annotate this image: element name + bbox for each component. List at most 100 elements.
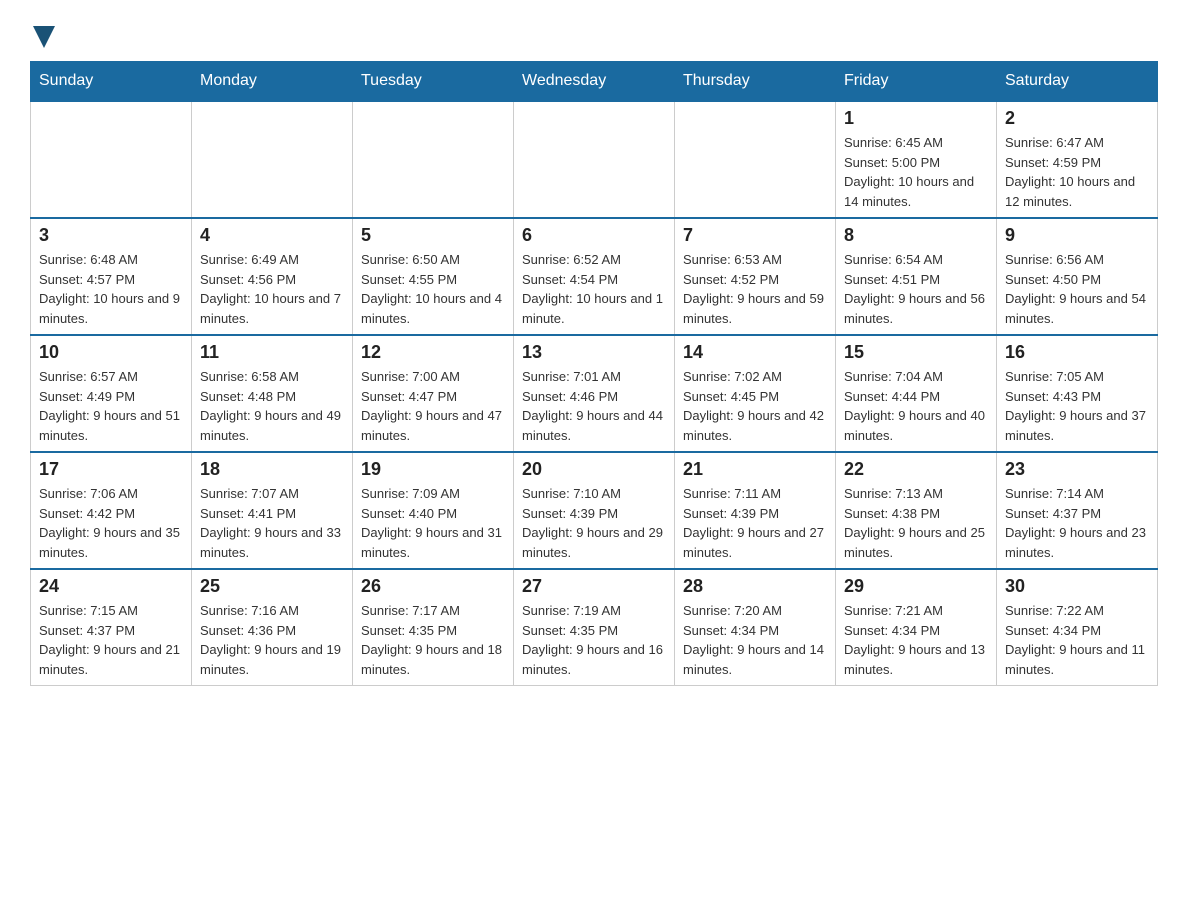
- weekday-header-saturday: Saturday: [997, 62, 1158, 102]
- day-info: Sunrise: 7:11 AMSunset: 4:39 PMDaylight:…: [683, 484, 827, 562]
- day-number: 27: [522, 576, 666, 597]
- calendar-cell: 11 Sunrise: 6:58 AMSunset: 4:48 PMDayligh…: [192, 335, 353, 452]
- calendar-cell: 13 Sunrise: 7:01 AMSunset: 4:46 PMDayligh…: [514, 335, 675, 452]
- calendar-cell: 9 Sunrise: 6:56 AMSunset: 4:50 PMDaylight…: [997, 218, 1158, 335]
- day-number: 26: [361, 576, 505, 597]
- calendar-cell: 8 Sunrise: 6:54 AMSunset: 4:51 PMDaylight…: [836, 218, 997, 335]
- weekday-header-sunday: Sunday: [31, 62, 192, 102]
- day-info: Sunrise: 7:09 AMSunset: 4:40 PMDaylight:…: [361, 484, 505, 562]
- day-info: Sunrise: 6:48 AMSunset: 4:57 PMDaylight:…: [39, 250, 183, 328]
- calendar-cell: 14Sunrise: 7:02 AMSunset: 4:45 PMDayligh…: [675, 335, 836, 452]
- calendar-cell: [192, 101, 353, 218]
- day-number: 3: [39, 225, 183, 246]
- calendar-cell: 10 Sunrise: 6:57 AMSunset: 4:49 PMDayligh…: [31, 335, 192, 452]
- calendar-cell: 18 Sunrise: 7:07 AMSunset: 4:41 PMDayligh…: [192, 452, 353, 569]
- calendar-cell: 23Sunrise: 7:14 AMSunset: 4:37 PMDayligh…: [997, 452, 1158, 569]
- day-info: Sunrise: 6:49 AMSunset: 4:56 PMDaylight:…: [200, 250, 344, 328]
- day-number: 28: [683, 576, 827, 597]
- day-number: 20: [522, 459, 666, 480]
- day-number: 29: [844, 576, 988, 597]
- day-number: 5: [361, 225, 505, 246]
- calendar-week-4: 17 Sunrise: 7:06 AMSunset: 4:42 PMDayligh…: [31, 452, 1158, 569]
- day-number: 22: [844, 459, 988, 480]
- day-info: Sunrise: 6:52 AMSunset: 4:54 PMDaylight:…: [522, 250, 666, 328]
- calendar-cell: 5 Sunrise: 6:50 AMSunset: 4:55 PMDaylight…: [353, 218, 514, 335]
- day-info: Sunrise: 7:16 AMSunset: 4:36 PMDaylight:…: [200, 601, 344, 679]
- day-number: 18: [200, 459, 344, 480]
- day-info: Sunrise: 7:01 AMSunset: 4:46 PMDaylight:…: [522, 367, 666, 445]
- day-info: Sunrise: 6:47 AMSunset: 4:59 PMDaylight:…: [1005, 133, 1149, 211]
- day-info: Sunrise: 7:17 AMSunset: 4:35 PMDaylight:…: [361, 601, 505, 679]
- day-number: 15: [844, 342, 988, 363]
- calendar-cell: 12 Sunrise: 7:00 AMSunset: 4:47 PMDayligh…: [353, 335, 514, 452]
- calendar-cell: 4 Sunrise: 6:49 AMSunset: 4:56 PMDaylight…: [192, 218, 353, 335]
- day-number: 25: [200, 576, 344, 597]
- day-info: Sunrise: 7:13 AMSunset: 4:38 PMDaylight:…: [844, 484, 988, 562]
- day-number: 6: [522, 225, 666, 246]
- day-info: Sunrise: 7:06 AMSunset: 4:42 PMDaylight:…: [39, 484, 183, 562]
- day-number: 8: [844, 225, 988, 246]
- day-number: 17: [39, 459, 183, 480]
- day-number: 16: [1005, 342, 1149, 363]
- day-number: 19: [361, 459, 505, 480]
- day-info: Sunrise: 7:15 AMSunset: 4:37 PMDaylight:…: [39, 601, 183, 679]
- day-info: Sunrise: 6:53 AMSunset: 4:52 PMDaylight:…: [683, 250, 827, 328]
- logo: [30, 20, 55, 51]
- day-info: Sunrise: 6:56 AMSunset: 4:50 PMDaylight:…: [1005, 250, 1149, 328]
- page-header: [30, 20, 1158, 51]
- calendar-cell: 20 Sunrise: 7:10 AMSunset: 4:39 PMDayligh…: [514, 452, 675, 569]
- day-info: Sunrise: 7:07 AMSunset: 4:41 PMDaylight:…: [200, 484, 344, 562]
- calendar-cell: 25 Sunrise: 7:16 AMSunset: 4:36 PMDayligh…: [192, 569, 353, 686]
- day-info: Sunrise: 6:54 AMSunset: 4:51 PMDaylight:…: [844, 250, 988, 328]
- day-info: Sunrise: 7:22 AMSunset: 4:34 PMDaylight:…: [1005, 601, 1149, 679]
- calendar-week-3: 10 Sunrise: 6:57 AMSunset: 4:49 PMDayligh…: [31, 335, 1158, 452]
- day-number: 1: [844, 108, 988, 129]
- calendar-week-5: 24 Sunrise: 7:15 AMSunset: 4:37 PMDayligh…: [31, 569, 1158, 686]
- day-number: 23: [1005, 459, 1149, 480]
- day-info: Sunrise: 7:00 AMSunset: 4:47 PMDaylight:…: [361, 367, 505, 445]
- day-number: 13: [522, 342, 666, 363]
- day-number: 21: [683, 459, 827, 480]
- day-number: 12: [361, 342, 505, 363]
- day-info: Sunrise: 7:19 AMSunset: 4:35 PMDaylight:…: [522, 601, 666, 679]
- day-number: 10: [39, 342, 183, 363]
- calendar-cell: 2 Sunrise: 6:47 AMSunset: 4:59 PMDaylight…: [997, 101, 1158, 218]
- day-info: Sunrise: 7:20 AMSunset: 4:34 PMDaylight:…: [683, 601, 827, 679]
- day-info: Sunrise: 7:10 AMSunset: 4:39 PMDaylight:…: [522, 484, 666, 562]
- calendar-cell: 19 Sunrise: 7:09 AMSunset: 4:40 PMDayligh…: [353, 452, 514, 569]
- calendar-cell: 22 Sunrise: 7:13 AMSunset: 4:38 PMDayligh…: [836, 452, 997, 569]
- calendar-cell: 3 Sunrise: 6:48 AMSunset: 4:57 PMDaylight…: [31, 218, 192, 335]
- day-info: Sunrise: 7:02 AMSunset: 4:45 PMDaylight:…: [683, 367, 827, 445]
- day-info: Sunrise: 6:58 AMSunset: 4:48 PMDaylight:…: [200, 367, 344, 445]
- day-number: 9: [1005, 225, 1149, 246]
- calendar-cell: [675, 101, 836, 218]
- weekday-header-wednesday: Wednesday: [514, 62, 675, 102]
- calendar-cell: [514, 101, 675, 218]
- day-number: 30: [1005, 576, 1149, 597]
- day-number: 11: [200, 342, 344, 363]
- day-number: 7: [683, 225, 827, 246]
- weekday-header-thursday: Thursday: [675, 62, 836, 102]
- weekday-header-row: SundayMondayTuesdayWednesdayThursdayFrid…: [31, 62, 1158, 102]
- calendar-cell: 24 Sunrise: 7:15 AMSunset: 4:37 PMDayligh…: [31, 569, 192, 686]
- calendar-cell: 30 Sunrise: 7:22 AMSunset: 4:34 PMDayligh…: [997, 569, 1158, 686]
- weekday-header-monday: Monday: [192, 62, 353, 102]
- calendar-cell: 16Sunrise: 7:05 AMSunset: 4:43 PMDayligh…: [997, 335, 1158, 452]
- weekday-header-tuesday: Tuesday: [353, 62, 514, 102]
- day-info: Sunrise: 7:21 AMSunset: 4:34 PMDaylight:…: [844, 601, 988, 679]
- calendar-cell: 17 Sunrise: 7:06 AMSunset: 4:42 PMDayligh…: [31, 452, 192, 569]
- calendar-cell: 28 Sunrise: 7:20 AMSunset: 4:34 PMDayligh…: [675, 569, 836, 686]
- calendar-cell: 15Sunrise: 7:04 AMSunset: 4:44 PMDayligh…: [836, 335, 997, 452]
- calendar-cell: 6 Sunrise: 6:52 AMSunset: 4:54 PMDaylight…: [514, 218, 675, 335]
- weekday-header-friday: Friday: [836, 62, 997, 102]
- day-number: 24: [39, 576, 183, 597]
- day-number: 2: [1005, 108, 1149, 129]
- calendar-cell: 26 Sunrise: 7:17 AMSunset: 4:35 PMDayligh…: [353, 569, 514, 686]
- day-number: 4: [200, 225, 344, 246]
- day-info: Sunrise: 6:50 AMSunset: 4:55 PMDaylight:…: [361, 250, 505, 328]
- calendar-week-2: 3 Sunrise: 6:48 AMSunset: 4:57 PMDaylight…: [31, 218, 1158, 335]
- calendar-cell: [353, 101, 514, 218]
- day-info: Sunrise: 6:57 AMSunset: 4:49 PMDaylight:…: [39, 367, 183, 445]
- calendar-week-1: 1Sunrise: 6:45 AMSunset: 5:00 PMDaylight…: [31, 101, 1158, 218]
- calendar-cell: 1Sunrise: 6:45 AMSunset: 5:00 PMDaylight…: [836, 101, 997, 218]
